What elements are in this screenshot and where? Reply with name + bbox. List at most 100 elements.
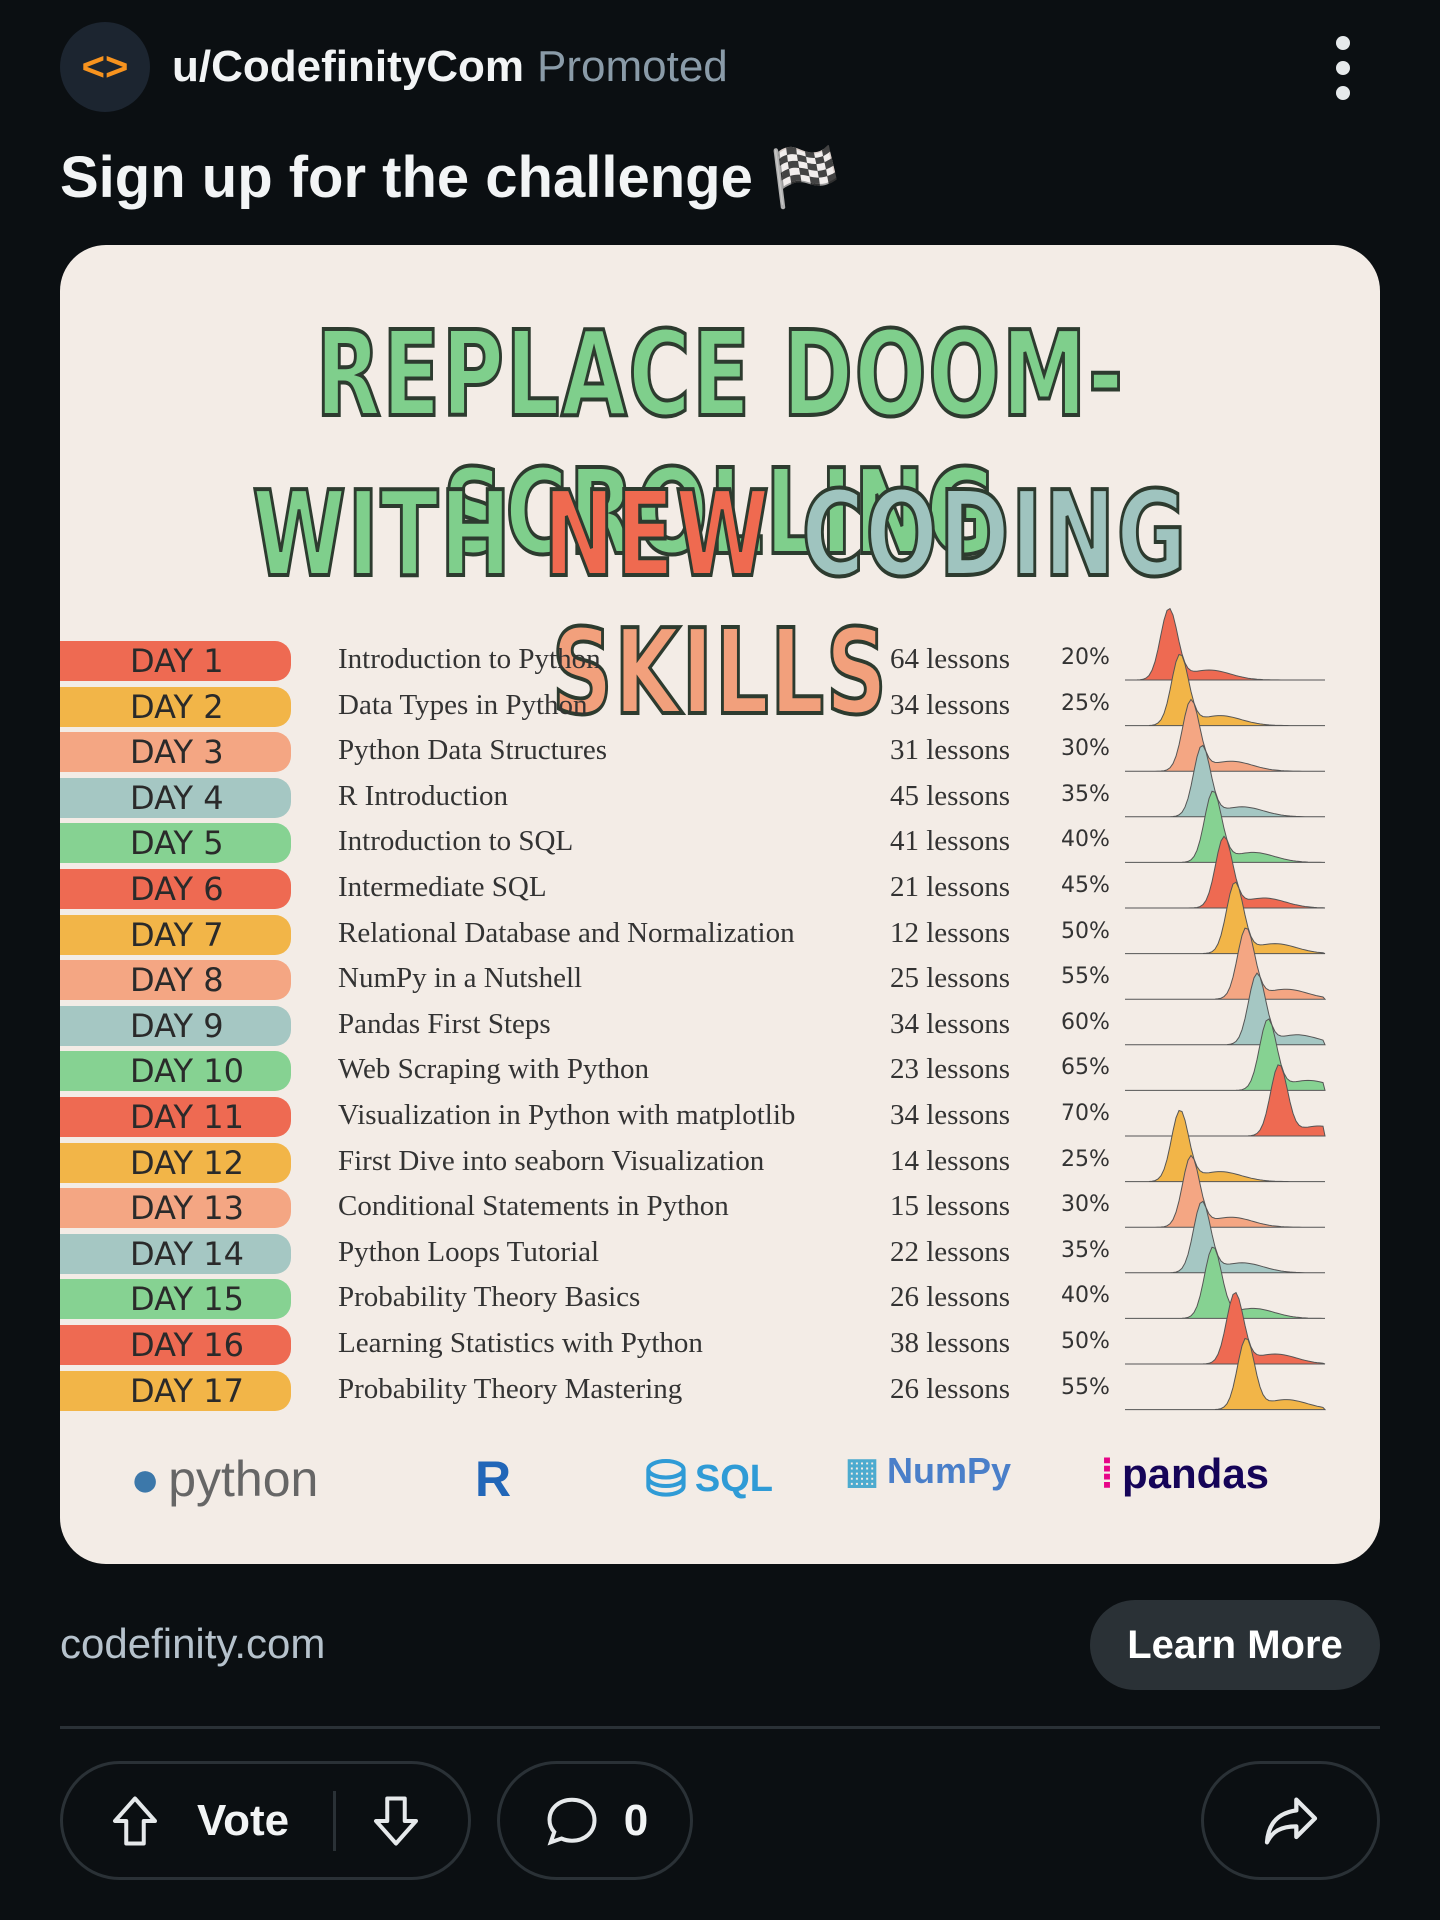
percent-label: 40% <box>1061 1283 1110 1309</box>
percent-label: 70% <box>1061 1101 1110 1126</box>
course-title: Python Loops Tutorial <box>338 1235 600 1268</box>
code-brackets-icon: <> <box>81 44 129 89</box>
vote-bar: Vote <box>60 1761 471 1880</box>
lesson-count: 31 lessons <box>890 734 1011 767</box>
day-badge: DAY 9 <box>60 1005 291 1046</box>
lesson-count: 23 lessons <box>890 1053 1011 1086</box>
percent-label: 55% <box>1061 1374 1110 1400</box>
lesson-count: 22 lessons <box>890 1235 1011 1268</box>
comment-icon <box>547 1797 597 1845</box>
ridge-curve <box>1125 1064 1326 1137</box>
day-badge: DAY 6 <box>60 869 291 909</box>
percent-label: 40% <box>1061 827 1110 853</box>
post-image[interactable]: REPLACE DOOM-SCROLLING WITH NEW CODING S… <box>60 245 1380 1564</box>
day-badge: DAY 15 <box>60 1279 291 1320</box>
upvote-icon[interactable] <box>105 1791 165 1851</box>
python-logo: ● python <box>130 1451 319 1507</box>
percent-label: 50% <box>1061 1329 1110 1354</box>
lesson-count: 14 lessons <box>890 1144 1011 1177</box>
lesson-count: 34 lessons <box>890 1099 1011 1131</box>
post-title: Sign up for the challenge 🏁 <box>60 145 842 210</box>
course-title: R Introduction <box>338 779 508 812</box>
day-badge: DAY 11 <box>60 1097 291 1137</box>
lesson-count: 64 lessons <box>890 643 1011 675</box>
day-badge: DAY 16 <box>60 1325 291 1365</box>
day-badge: DAY 12 <box>60 1142 291 1183</box>
ridge-curve <box>1125 1154 1325 1228</box>
percent-label: 25% <box>1061 1146 1110 1172</box>
username-link[interactable]: u/CodefinityCom <box>172 42 524 92</box>
lesson-count: 15 lessons <box>890 1190 1011 1223</box>
promoted-label: Promoted <box>537 42 728 91</box>
numpy-logo: ▦ NumPy <box>845 1450 1012 1491</box>
day-badge: DAY 3 <box>60 732 291 773</box>
lesson-count: 34 lessons <box>890 688 1011 721</box>
percent-label: 45% <box>1061 873 1110 898</box>
course-title: Visualization in Python with matplotlib <box>338 1099 796 1131</box>
day-badge: DAY 1 <box>60 641 291 681</box>
sql-logo: ⛁ SQL <box>645 1451 774 1507</box>
lesson-count: 25 lessons <box>890 962 1011 995</box>
vote-separator <box>333 1790 337 1851</box>
course-title: Web Scraping with Python <box>338 1053 649 1086</box>
day-badge: DAY 7 <box>60 914 291 955</box>
percent-label: 30% <box>1061 1192 1110 1218</box>
ridgeline-chart <box>1125 607 1327 1411</box>
lesson-count: 21 lessons <box>890 871 1011 903</box>
course-title: Learning Statistics with Python <box>338 1327 703 1359</box>
day-badge: DAY 8 <box>60 960 291 1001</box>
day-badge: DAY 10 <box>60 1051 291 1092</box>
share-button[interactable] <box>1201 1761 1380 1880</box>
percent-label: 65% <box>1061 1055 1110 1081</box>
percent-label: 30% <box>1061 736 1110 762</box>
ridge-curve <box>1125 698 1325 772</box>
ridge-curve <box>1125 1246 1325 1319</box>
percent-label: 55% <box>1061 964 1110 990</box>
day-badge: DAY 17 <box>60 1370 291 1411</box>
course-title: Probability Theory Mastering <box>338 1372 683 1405</box>
day-badge: DAY 5 <box>60 823 291 864</box>
percent-label: 60% <box>1061 1009 1110 1035</box>
avatar[interactable]: <> <box>60 22 150 112</box>
ridge-curve <box>1125 607 1325 681</box>
ridge-curve <box>1125 744 1325 818</box>
course-title: Pandas First Steps <box>338 1007 551 1040</box>
lesson-count: 26 lessons <box>890 1372 1011 1405</box>
share-icon <box>1264 1797 1317 1844</box>
course-title: Probability Theory Basics <box>338 1281 641 1314</box>
course-title: First Dive into seaborn Visualization <box>338 1144 765 1177</box>
lesson-count: 34 lessons <box>890 1007 1011 1040</box>
course-title: Introduction to SQL <box>338 825 574 858</box>
pandas-logo: ⁞ pandas <box>1100 1450 1270 1497</box>
headline-word: WITH <box>251 463 544 605</box>
comment-count: 0 <box>623 1795 649 1845</box>
percent-label: 50% <box>1061 918 1110 944</box>
headline-word: NEW <box>542 463 802 605</box>
course-title: Intermediate SQL <box>338 871 547 903</box>
day-badge: DAY 2 <box>60 686 291 727</box>
lesson-count: 41 lessons <box>890 825 1011 858</box>
lesson-count: 45 lessons <box>890 779 1011 812</box>
day-badge: DAY 14 <box>60 1233 291 1274</box>
site-link[interactable]: codefinity.com <box>60 1620 325 1668</box>
percent-label: 35% <box>1061 1237 1110 1263</box>
learn-more-button[interactable]: Learn More <box>1090 1600 1380 1690</box>
vote-label: Vote <box>197 1795 290 1845</box>
ridge-curve <box>1125 835 1326 909</box>
course-title: Python Data Structures <box>338 734 608 767</box>
day-badge: DAY 13 <box>60 1188 291 1229</box>
comments-button[interactable]: 0 <box>497 1761 693 1880</box>
course-title: Relational Database and Normalization <box>338 916 795 949</box>
lesson-count: 38 lessons <box>890 1327 1011 1359</box>
course-title: NumPy in a Nutshell <box>338 962 583 995</box>
divider <box>60 1726 1380 1729</box>
lesson-count: 26 lessons <box>890 1281 1011 1314</box>
course-title: Introduction to Python <box>338 643 601 675</box>
percent-label: 25% <box>1061 690 1110 716</box>
percent-label: 20% <box>1061 645 1110 670</box>
percent-label: 35% <box>1061 781 1110 807</box>
r-logo: R <box>475 1451 512 1507</box>
more-vertical-icon[interactable] <box>1326 36 1360 100</box>
course-title: Data Types in Python <box>338 688 588 721</box>
downvote-icon[interactable] <box>366 1791 426 1851</box>
